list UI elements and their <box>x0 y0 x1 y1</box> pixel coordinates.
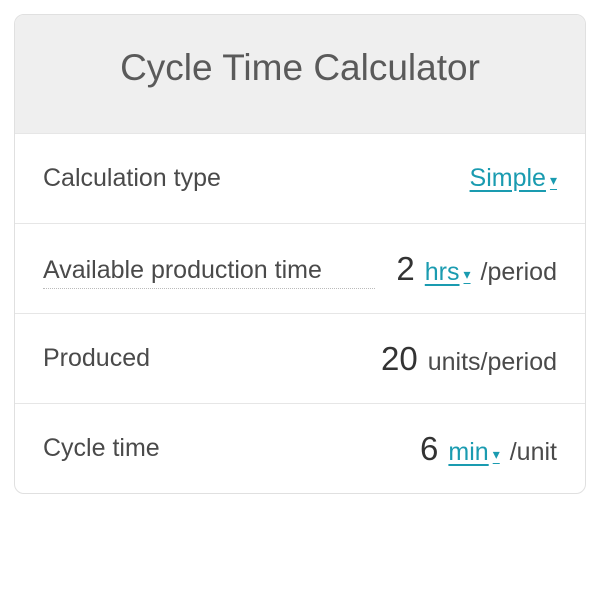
row-calculation-type: Calculation type Simple ▾ <box>15 133 585 223</box>
card-header: Cycle Time Calculator <box>15 15 585 133</box>
calculator-card: Cycle Time Calculator Calculation type S… <box>14 14 586 494</box>
produced-value[interactable]: 20 <box>378 340 418 378</box>
value-group-prod-time: 2 hrs ▾ /period <box>375 250 557 288</box>
label-production-time: Available production time <box>43 254 375 290</box>
label-calculation-type: Calculation type <box>43 162 470 195</box>
prod-time-value[interactable]: 2 <box>375 250 415 288</box>
row-cycle-time: Cycle time 6 min ▾ /unit <box>15 403 585 493</box>
cycle-suffix: /unit <box>510 438 557 467</box>
prod-time-unit: hrs <box>425 258 460 287</box>
value-group-produced: 20 units/period <box>378 340 557 378</box>
prod-time-unit-select[interactable]: hrs ▾ <box>425 258 471 287</box>
value-group-cycle: 6 min ▾ /unit <box>398 430 557 468</box>
cycle-value[interactable]: 6 <box>398 430 438 468</box>
cycle-unit-select[interactable]: min ▾ <box>448 438 499 467</box>
label-cycle-time: Cycle time <box>43 432 398 465</box>
calc-type-select[interactable]: Simple ▾ <box>470 164 557 193</box>
chevron-down-icon: ▾ <box>550 172 557 189</box>
row-produced: Produced 20 units/period <box>15 313 585 403</box>
cycle-unit: min <box>448 438 488 467</box>
produced-unit: units/period <box>428 348 557 377</box>
chevron-down-icon: ▾ <box>493 446 500 463</box>
page-title: Cycle Time Calculator <box>35 47 565 89</box>
value-group-calc-type: Simple ▾ <box>470 164 557 193</box>
label-produced: Produced <box>43 342 378 375</box>
calc-type-value: Simple <box>470 164 546 193</box>
row-production-time: Available production time 2 hrs ▾ /perio… <box>15 223 585 313</box>
prod-time-suffix: /period <box>481 258 557 287</box>
chevron-down-icon: ▾ <box>464 266 471 283</box>
